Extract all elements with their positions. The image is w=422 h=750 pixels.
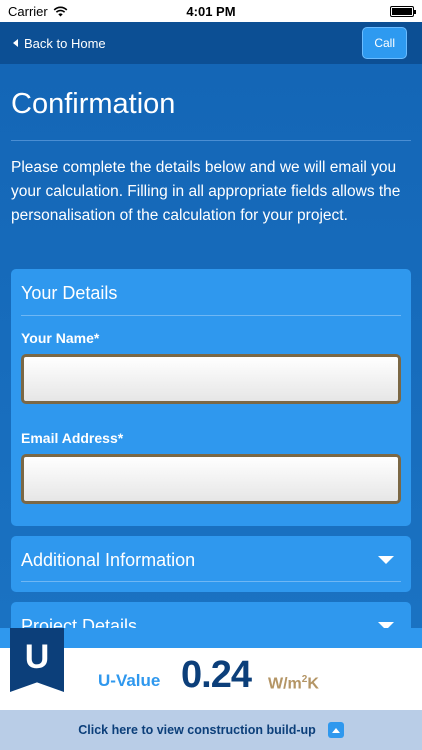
nav-bar: Back to Home Call (0, 22, 422, 64)
call-button[interactable]: Call (362, 27, 407, 59)
status-bar: Carrier 4:01 PM (0, 0, 422, 22)
wifi-icon (53, 6, 68, 16)
buildup-label: Click here to view construction build-up (78, 723, 316, 737)
chevron-up-icon (327, 722, 344, 738)
status-left: Carrier (8, 4, 68, 19)
back-label: Back to Home (24, 35, 106, 51)
uvalue-bar: U U-Value 0.24 W/m2K Click here to view … (0, 628, 422, 750)
carrier-label: Carrier (8, 3, 48, 19)
your-details-heading: Your Details (21, 283, 118, 303)
email-input[interactable] (21, 454, 401, 504)
additional-information-panel[interactable]: Additional Information (11, 536, 411, 592)
intro-text: Please complete the details below and we… (11, 159, 401, 224)
uvalue-label: U-Value (98, 671, 161, 690)
name-input[interactable] (21, 354, 401, 404)
battery-icon (390, 5, 416, 17)
chevron-up-glyph (331, 727, 340, 733)
your-details-panel: Your Details Your Name* Email Address* (11, 269, 411, 526)
unit-tail: K (307, 675, 319, 693)
unit-base: W/m (268, 675, 302, 693)
email-label: Email Address* (21, 430, 124, 446)
additional-information-heading: Additional Information (21, 550, 196, 570)
panel-divider (21, 581, 401, 582)
uvalue-unit: W/m2K (268, 674, 319, 693)
project-details-panel[interactable]: Project Details (11, 602, 411, 628)
panel-divider (21, 315, 401, 316)
chevron-left-icon (13, 39, 18, 47)
page-title: Confirmation (11, 88, 176, 120)
title-divider (11, 140, 411, 141)
view-buildup-button[interactable]: Click here to view construction build-up (0, 710, 422, 750)
back-to-home-link[interactable]: Back to Home (13, 36, 106, 51)
chevron-down-icon[interactable] (378, 556, 394, 564)
battery-level (392, 7, 412, 15)
project-details-heading: Project Details (21, 616, 138, 628)
main-content[interactable]: Confirmation Please complete the details… (0, 64, 422, 628)
name-label: Your Name* (21, 330, 100, 346)
uvalue-number: 0.24 (181, 654, 252, 696)
